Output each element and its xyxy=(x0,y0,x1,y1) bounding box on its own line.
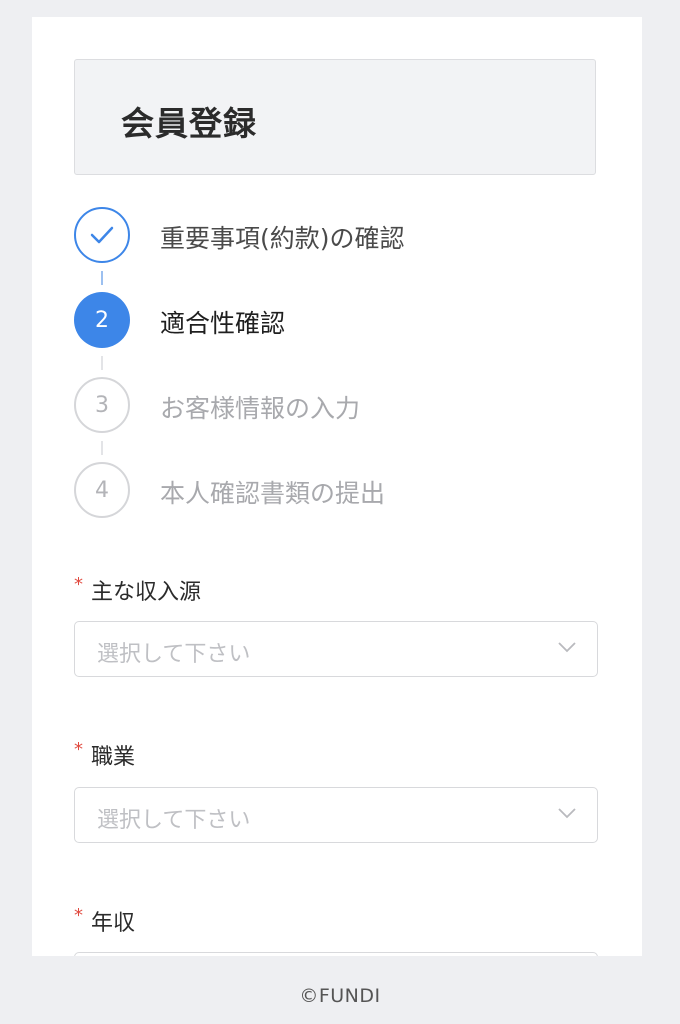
income-source-label-text: 主な収入源 xyxy=(91,580,202,605)
checkmark-icon xyxy=(74,207,130,263)
step-connector xyxy=(101,271,103,285)
occupation-label-text: 職業 xyxy=(91,745,136,770)
step-3: 3 お客様情報の入力 xyxy=(74,377,604,435)
annual-income-label-text: 年収 xyxy=(91,911,136,936)
step-connector xyxy=(101,441,103,455)
page-header: 会員登録 xyxy=(74,59,596,175)
registration-card: 会員登録 重要事項(約款)の確認 2 適合性確認 3 お客様情報の入力 4 本人… xyxy=(32,17,642,956)
step-4-label: 本人確認書類の提出 xyxy=(160,479,386,508)
progress-stepper: 重要事項(約款)の確認 2 適合性確認 3 お客様情報の入力 4 本人確認書類の… xyxy=(74,207,604,537)
required-marker: * xyxy=(74,905,83,926)
step-4: 4 本人確認書類の提出 xyxy=(74,462,604,520)
step-1-label: 重要事項(約款)の確認 xyxy=(160,224,405,253)
occupation-placeholder: 選択して下さい xyxy=(97,808,251,833)
required-marker: * xyxy=(74,739,83,760)
step-2-number: 2 xyxy=(74,292,130,348)
chevron-down-icon xyxy=(558,808,576,819)
step-1: 重要事項(約款)の確認 xyxy=(74,207,604,265)
income-source-placeholder: 選択して下さい xyxy=(97,642,251,667)
step-3-label: お客様情報の入力 xyxy=(160,394,361,423)
step-3-number: 3 xyxy=(74,377,130,433)
annual-income-label: * 年収 xyxy=(74,905,135,937)
income-source-label: * 主な収入源 xyxy=(74,574,201,606)
chevron-down-icon xyxy=(558,642,576,653)
page-title: 会員登録 xyxy=(121,104,257,143)
step-2: 2 適合性確認 xyxy=(74,292,604,350)
occupation-select[interactable]: 選択して下さい xyxy=(74,787,598,843)
copyright-footer: ©FUNDI xyxy=(299,985,381,1007)
step-connector xyxy=(101,356,103,370)
occupation-label: * 職業 xyxy=(74,739,135,771)
step-2-label: 適合性確認 xyxy=(160,309,286,338)
required-marker: * xyxy=(74,574,83,595)
annual-income-select[interactable] xyxy=(74,952,598,956)
income-source-select[interactable]: 選択して下さい xyxy=(74,621,598,677)
step-4-number: 4 xyxy=(74,462,130,518)
